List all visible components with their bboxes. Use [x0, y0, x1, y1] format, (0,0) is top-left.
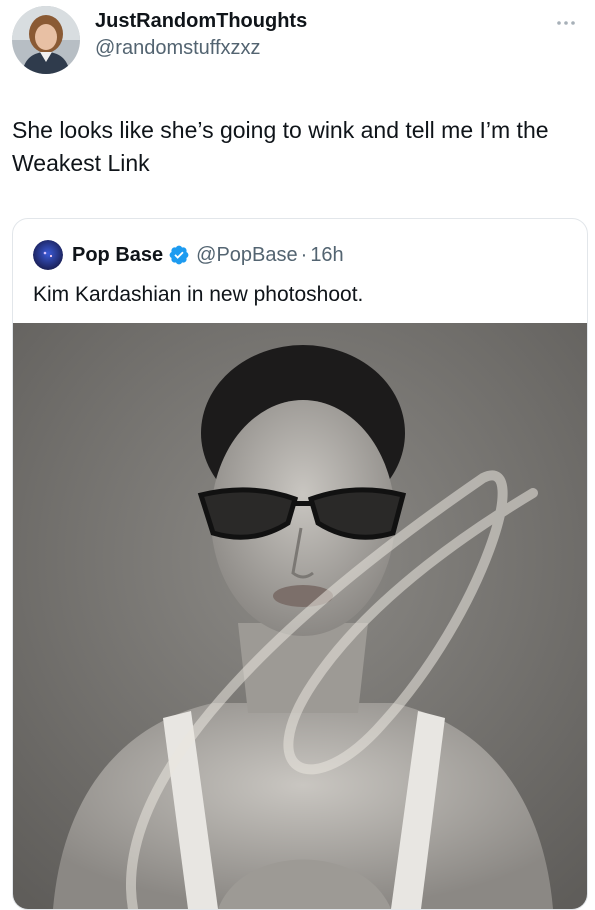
profile-avatar[interactable] [12, 6, 80, 74]
profile-avatar-icon [12, 6, 80, 74]
verified-badge-icon [169, 245, 189, 265]
tweet-text: She looks like she’s going to wink and t… [12, 117, 549, 176]
author-block: JustRandomThoughts @randomstuffxzxz [95, 6, 307, 61]
display-name[interactable]: JustRandomThoughts [95, 8, 307, 34]
quoted-tweet-card[interactable]: Pop Base @PopBase · 16h Kim Kardashian i… [12, 218, 588, 910]
quoted-display-name[interactable]: Pop Base [72, 244, 163, 267]
separator-dot: · [300, 243, 308, 266]
quoted-timestamp[interactable]: 16h [310, 244, 343, 267]
pop-base-logo[interactable] [33, 240, 63, 270]
quoted-media-photo[interactable] [13, 323, 587, 909]
quoted-tweet-header: Pop Base @PopBase · 16h [33, 239, 573, 271]
quoted-tweet-text: Kim Kardashian in new photoshoot. [33, 283, 364, 306]
tweet-header: JustRandomThoughts @randomstuffxzxz [12, 6, 583, 74]
user-handle[interactable]: @randomstuffxzxz [95, 35, 307, 61]
more-options-icon[interactable] [551, 14, 581, 32]
quoted-handle[interactable]: @PopBase [196, 244, 297, 267]
